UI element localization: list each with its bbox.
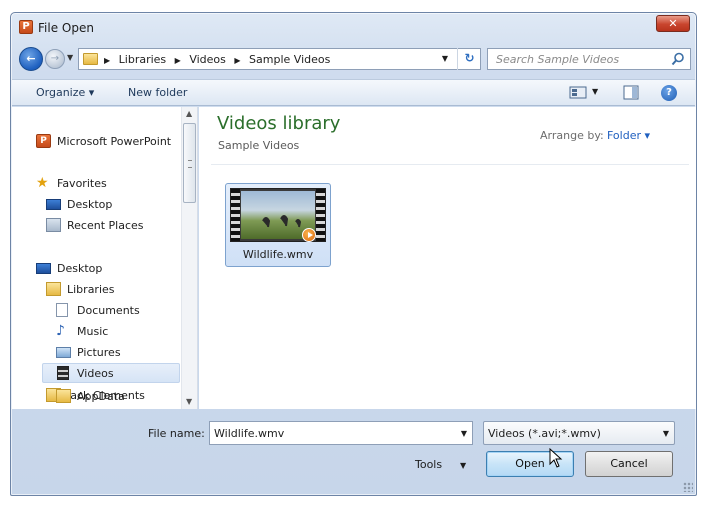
mouse-cursor-icon <box>549 448 563 468</box>
scroll-down-icon[interactable]: ▼ <box>186 397 192 406</box>
nav-label: AppData <box>77 390 125 403</box>
libraries-icon <box>46 282 61 296</box>
close-button[interactable]: ✕ <box>656 15 690 32</box>
chevron-down-icon[interactable]: ▼ <box>461 429 467 438</box>
videos-icon <box>57 366 69 380</box>
breadcrumb-videos[interactable]: Videos <box>189 53 226 66</box>
powerpoint-app-icon: P <box>19 20 33 34</box>
nav-item-favorites[interactable]: ★ Favorites <box>36 174 176 194</box>
nav-label: Recent Places <box>67 219 144 232</box>
nav-item-appdata[interactable]: AppData <box>56 389 176 409</box>
nav-label: Libraries <box>67 283 115 296</box>
breadcrumb-libraries[interactable]: Libraries <box>119 53 167 66</box>
nav-label: Favorites <box>57 177 107 190</box>
folder-icon <box>83 53 98 65</box>
window-title: File Open <box>38 21 94 35</box>
nav-label: Desktop <box>57 262 103 275</box>
file-name-field-label: File name: <box>148 427 205 440</box>
view-options-dropdown-icon[interactable]: ▼ <box>592 87 598 102</box>
address-dropdown-icon[interactable]: ▼ <box>442 54 448 63</box>
breadcrumb-sample-videos[interactable]: Sample Videos <box>249 53 330 66</box>
nav-item-videos[interactable]: Videos <box>42 363 180 383</box>
search-box[interactable] <box>487 48 691 70</box>
nav-item-desktop-favorite[interactable]: Desktop <box>46 195 176 215</box>
nav-item-recent-places[interactable]: Recent Places <box>46 216 176 236</box>
recent-pages-dropdown-icon[interactable]: ▼ <box>67 53 73 62</box>
desktop-icon <box>36 263 51 274</box>
recent-places-icon <box>46 218 61 232</box>
scrollbar-thumb[interactable] <box>183 123 196 203</box>
film-strip-icon <box>316 189 325 241</box>
change-view-icon[interactable] <box>569 85 587 100</box>
film-strip-icon <box>231 189 240 241</box>
file-item-wildlife[interactable]: Wildlife.wmv <box>225 183 331 267</box>
file-list-pane[interactable]: Videos library Sample Videos Arrange by:… <box>199 107 696 409</box>
nav-item-pictures[interactable]: Pictures <box>56 343 176 363</box>
refresh-icon: ↻ <box>464 51 475 65</box>
tools-button[interactable]: Tools <box>415 458 442 471</box>
file-type-select[interactable]: Videos (*.avi;*.wmv) ▼ <box>483 421 675 445</box>
pictures-icon <box>56 347 71 358</box>
documents-icon <box>56 303 68 317</box>
navigation-row: ← → ▼ ▶ Libraries ▶ Videos ▶ Sample Vide… <box>11 46 696 72</box>
help-icon[interactable]: ? <box>661 85 677 101</box>
file-name-combobox[interactable]: ▼ <box>209 421 473 445</box>
navigation-scrollbar[interactable]: ▲ ▼ <box>181 107 197 409</box>
music-icon: ♪ <box>56 323 65 339</box>
dialog-footer: File name: ▼ Videos (*.avi;*.wmv) ▼ Tool… <box>11 413 696 497</box>
tools-dropdown-icon[interactable]: ▼ <box>460 461 466 470</box>
forward-button[interactable]: → <box>45 49 65 69</box>
cancel-button[interactable]: Cancel <box>585 451 673 477</box>
chevron-down-icon[interactable]: ▼ <box>663 429 669 438</box>
library-subtitle: Sample Videos <box>218 139 300 152</box>
scroll-up-icon[interactable]: ▲ <box>186 109 192 118</box>
resize-grip[interactable] <box>683 482 693 492</box>
title-bar[interactable]: P File Open ✕ <box>11 13 696 41</box>
header-divider <box>211 164 689 165</box>
nav-label: Videos <box>77 367 114 380</box>
preview-pane-icon[interactable] <box>623 85 639 100</box>
nav-label: Microsoft PowerPoint <box>57 135 172 148</box>
nav-item-microsoft-powerpoint[interactable]: P Microsoft PowerPoint <box>36 132 176 152</box>
star-icon: ★ <box>36 175 49 191</box>
nav-label: Desktop <box>67 198 113 211</box>
nav-label: Pictures <box>77 346 121 359</box>
arrange-by-label: Arrange by: <box>540 129 604 142</box>
file-name-input[interactable] <box>210 422 450 444</box>
file-type-value: Videos (*.avi;*.wmv) <box>488 427 601 440</box>
nav-item-documents[interactable]: Documents <box>56 301 176 321</box>
search-input[interactable] <box>488 49 663 69</box>
media-play-icon <box>302 228 316 242</box>
address-bar[interactable]: ▶ Libraries ▶ Videos ▶ Sample Videos ▼ <box>78 48 481 70</box>
nav-label: Documents <box>77 304 140 317</box>
breadcrumb-chevron-icon[interactable]: ▶ <box>234 56 240 65</box>
file-open-dialog: P File Open ✕ ← → ▼ ▶ Libraries ▶ Videos… <box>10 12 697 496</box>
command-toolbar: Organize ▾ New folder ▼ ? <box>12 79 695 106</box>
file-name-label: Wildlife.wmv <box>242 248 314 261</box>
organize-button[interactable]: Organize ▾ <box>36 86 94 99</box>
breadcrumb-chevron-icon[interactable]: ▶ <box>104 56 110 65</box>
folder-icon <box>56 389 71 403</box>
back-button[interactable]: ← <box>19 47 43 71</box>
grip-icon <box>188 160 192 168</box>
breadcrumb-chevron-icon[interactable]: ▶ <box>175 56 181 65</box>
powerpoint-icon: P <box>36 134 51 148</box>
arrange-by-dropdown[interactable]: Folder ▾ <box>607 129 650 142</box>
refresh-button[interactable]: ↻ <box>457 48 481 70</box>
nav-label: Music <box>77 325 109 338</box>
nav-item-libraries[interactable]: Libraries <box>46 280 176 300</box>
breadcrumb: ▶ Libraries ▶ Videos ▶ Sample Videos <box>103 53 334 66</box>
search-icon[interactable] <box>671 52 685 66</box>
library-title: Videos library <box>217 113 341 134</box>
nav-item-music[interactable]: ♪ Music <box>56 322 176 342</box>
navigation-pane[interactable]: P Microsoft PowerPoint ★ Favorites Deskt… <box>12 107 198 409</box>
new-folder-button[interactable]: New folder <box>128 86 187 99</box>
nav-item-desktop[interactable]: Desktop <box>36 259 176 279</box>
desktop-icon <box>46 199 61 210</box>
